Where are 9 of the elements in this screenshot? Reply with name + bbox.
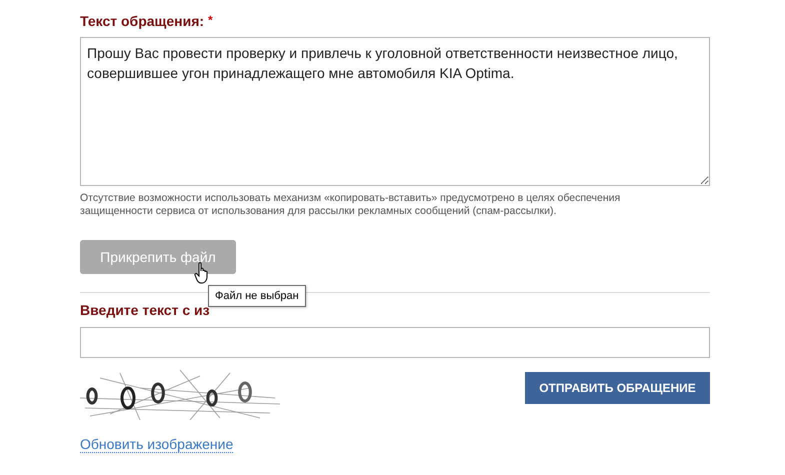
tooltip: Файл не выбран <box>208 285 306 307</box>
message-field[interactable]: Прошу Вас провести проверку и привлечь к уголовной ответственности неизвестное лицо, совершившее угон принадлежащего мне автомобиля KIA Optima. <box>80 37 710 186</box>
field-label: Введите текст с из <box>80 302 210 318</box>
submit-button[interactable]: ОТПРАВИТЬ ОБРАЩЕНИЕ <box>525 372 710 404</box>
hint-text: Отсутствие возможности использовать механизм «копировать-вставить» предусмотрено в целях обеспечения защищенности сервиса от использования для рассылки рекламных сообщений (спам-рассылки). <box>80 192 622 218</box>
captcha-field[interactable] <box>80 327 710 358</box>
refresh-image-link[interactable]: Обновить изображение <box>80 436 234 453</box>
field-label: Текст обращения: <box>80 13 204 29</box>
required-mark: * <box>208 13 213 27</box>
